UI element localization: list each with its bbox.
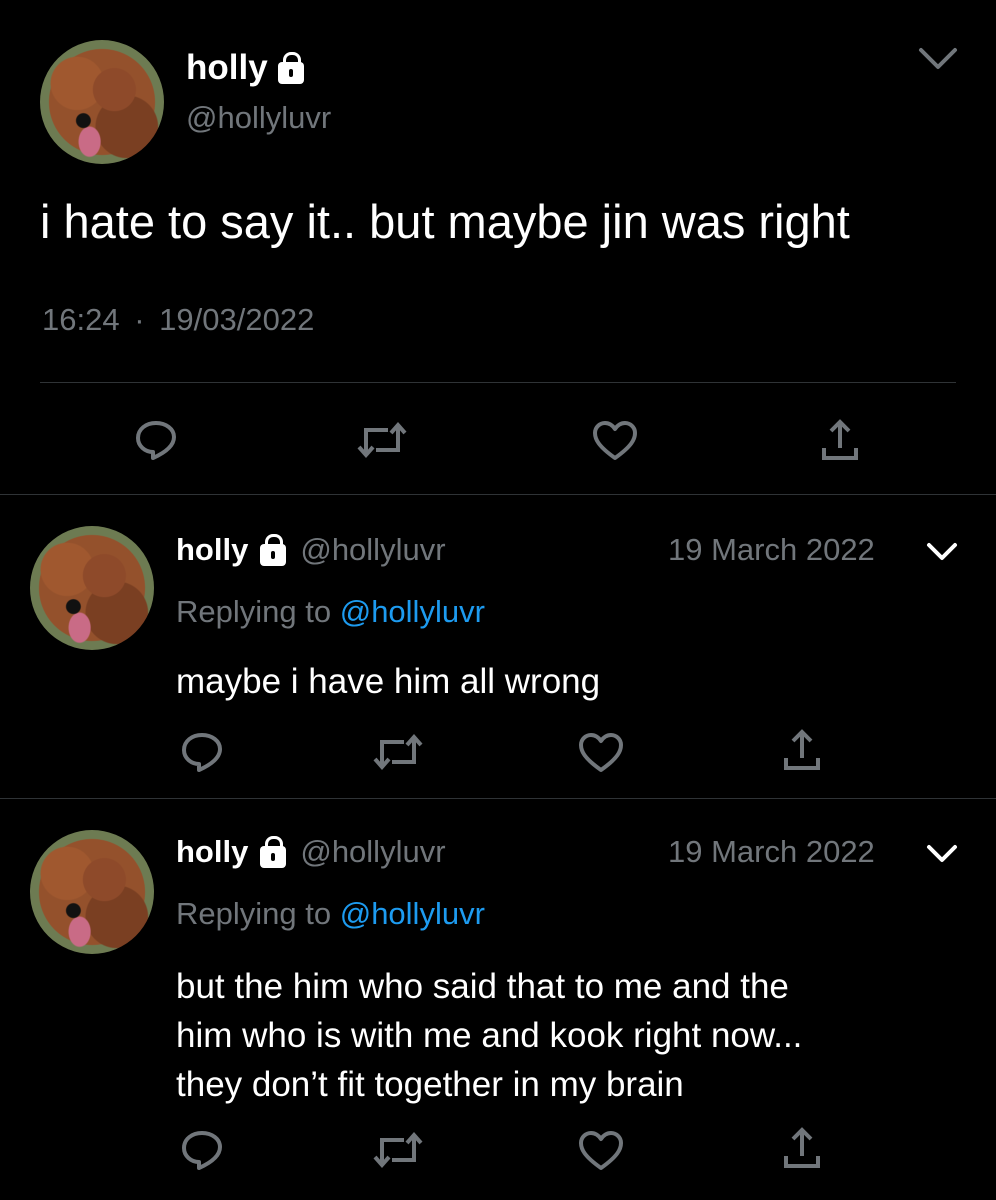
reply-icon[interactable] — [180, 1128, 224, 1172]
divider — [0, 494, 996, 495]
chevron-down-icon[interactable] — [918, 46, 958, 72]
author-row: holly — [186, 48, 304, 88]
replying-to-link[interactable]: @hollyluvr — [340, 594, 485, 629]
replying-to-label: Replying to — [176, 896, 332, 931]
tweet-time: 16:24 — [42, 302, 120, 337]
reply-text: maybe i have him all wrong — [176, 662, 601, 701]
reply-icon[interactable] — [134, 418, 178, 462]
tweet-timestamp[interactable]: 16:24 · 19/03/2022 — [42, 302, 314, 338]
retweet-icon[interactable] — [356, 418, 408, 462]
reply-icon[interactable] — [180, 730, 224, 774]
author-row: holly @hollyluvr — [176, 530, 446, 570]
chevron-down-icon[interactable] — [926, 541, 958, 563]
handle[interactable]: @hollyluvr — [300, 532, 445, 568]
divider — [40, 382, 956, 383]
display-name[interactable]: holly — [186, 48, 268, 88]
reply-text: but the him who said that to me and the … — [176, 962, 802, 1109]
display-name[interactable]: holly — [176, 834, 248, 870]
reply-text-line: but the him who said that to me and the — [176, 967, 789, 1006]
like-icon[interactable] — [592, 420, 638, 462]
reply-date[interactable]: 19 March 2022 — [668, 834, 875, 870]
author-row: holly @hollyluvr — [176, 832, 446, 872]
avatar[interactable] — [40, 40, 164, 164]
retweet-icon[interactable] — [372, 1128, 424, 1172]
like-icon[interactable] — [578, 1130, 624, 1172]
replying-to: Replying to @hollyluvr — [176, 896, 485, 932]
avatar[interactable] — [30, 526, 154, 650]
reply-text-line: they don’t fit together in my brain — [176, 1065, 684, 1104]
retweet-icon[interactable] — [372, 730, 424, 774]
handle[interactable]: @hollyluvr — [186, 100, 331, 136]
reply-date[interactable]: 19 March 2022 — [668, 532, 875, 568]
timestamp-separator: · — [134, 302, 145, 337]
tweet-date: 19/03/2022 — [159, 302, 315, 337]
reply-text-line: him who is with me and kook right now... — [176, 1016, 803, 1055]
avatar[interactable] — [30, 830, 154, 954]
replying-to-link[interactable]: @hollyluvr — [340, 896, 485, 931]
replying-to-label: Replying to — [176, 594, 332, 629]
lock-icon — [277, 52, 304, 84]
replying-to: Replying to @hollyluvr — [176, 594, 485, 630]
lock-icon — [260, 534, 287, 566]
share-icon[interactable] — [782, 1126, 822, 1170]
tweet-text: i hate to say it.. but maybe jin was rig… — [40, 195, 850, 248]
display-name[interactable]: holly — [176, 532, 248, 568]
divider — [0, 798, 996, 799]
lock-icon — [260, 836, 287, 868]
like-icon[interactable] — [578, 732, 624, 774]
handle[interactable]: @hollyluvr — [300, 834, 445, 870]
share-icon[interactable] — [820, 418, 860, 462]
share-icon[interactable] — [782, 728, 822, 772]
chevron-down-icon[interactable] — [926, 843, 958, 865]
